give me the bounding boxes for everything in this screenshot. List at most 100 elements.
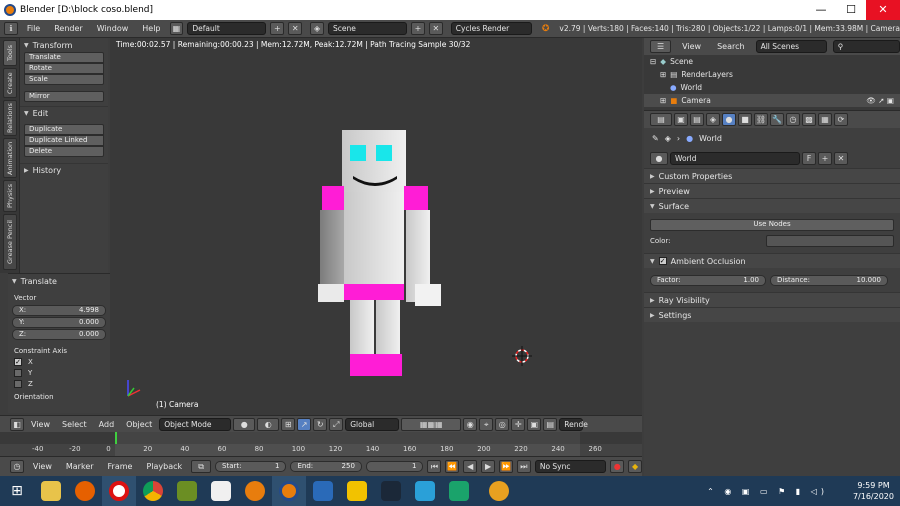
visibility-icon[interactable]: 👁 ➚ ▣: [866, 96, 894, 105]
preview-panel[interactable]: ▶ Preview: [644, 183, 900, 198]
tab-tools[interactable]: Tools: [3, 40, 17, 66]
add-layout-icon[interactable]: +: [270, 22, 285, 35]
timeline[interactable]: -40 -20 0 20 40 60 80 100 120 140 160 180 200 220 240 2…: [0, 432, 642, 456]
properties-editor-icon[interactable]: ▤: [650, 113, 672, 126]
outliner-display-select[interactable]: All Scenes: [755, 40, 827, 53]
prev-key-icon[interactable]: ⏪: [445, 460, 460, 473]
scene-icon[interactable]: ◈: [310, 22, 324, 35]
tab-animation[interactable]: Animation: [3, 138, 17, 178]
constraint-y-checkbox[interactable]: Y: [14, 369, 104, 377]
scene-select[interactable]: Scene: [327, 22, 408, 35]
timeline-menu-marker[interactable]: Marker: [61, 462, 99, 471]
minimize-button[interactable]: —: [806, 0, 836, 20]
translate-button[interactable]: Translate: [24, 52, 104, 63]
maximize-button[interactable]: ☐: [836, 0, 866, 20]
timeline-menu-view[interactable]: View: [28, 462, 57, 471]
jump-end-icon[interactable]: ⏭: [516, 460, 531, 473]
3d-viewport[interactable]: Time:00:02.57 | Remaining:00:00.23 | Mem…: [110, 38, 642, 415]
shading-icon[interactable]: ●: [233, 417, 256, 431]
custom-properties-panel[interactable]: ▶ Custom Properties: [644, 168, 900, 183]
taskbar-app-6[interactable]: [482, 476, 516, 506]
close-button[interactable]: ✕: [866, 0, 900, 20]
render-anim-icon[interactable]: ▤: [543, 417, 558, 431]
range-toggle-icon[interactable]: ⧉: [191, 460, 211, 473]
snap-target-icon[interactable]: ✛: [511, 417, 526, 431]
color-swatch[interactable]: [766, 235, 894, 247]
view3d-editor-icon[interactable]: ◧: [10, 417, 24, 431]
jump-start-icon[interactable]: ⏮: [427, 460, 442, 473]
taskbar-app-1[interactable]: [204, 476, 238, 506]
taskbar-app-3[interactable]: [306, 476, 340, 506]
taskbar-steam[interactable]: [374, 476, 408, 506]
vector-z-field[interactable]: Z: 0.000: [12, 329, 106, 340]
system-tray-icons[interactable]: ⌃ ◉ ▣ ▭ ⚑ ▮ ◁): [707, 487, 828, 496]
taskbar-app-4[interactable]: [340, 476, 374, 506]
layout-grid-icon[interactable]: ▦: [169, 22, 184, 35]
render-tab-icon[interactable]: ▣: [674, 113, 688, 126]
taskbar-chrome[interactable]: [136, 476, 170, 506]
taskbar-opera[interactable]: [102, 476, 136, 506]
taskbar-firefox[interactable]: [68, 476, 102, 506]
translate-manipulator-icon[interactable]: ↗: [297, 417, 312, 431]
current-frame-field[interactable]: 1: [365, 461, 424, 472]
settings-panel[interactable]: ▶ Settings: [644, 307, 900, 322]
orientation-select[interactable]: Global: [345, 417, 400, 431]
history-panel-header[interactable]: ▶ History: [20, 163, 108, 177]
menu-file[interactable]: File: [22, 24, 45, 33]
add-world-icon[interactable]: +: [818, 151, 832, 165]
layout-select[interactable]: Default: [187, 22, 267, 35]
outliner-search-menu[interactable]: Search: [712, 42, 749, 51]
menu-select[interactable]: Select: [57, 420, 92, 429]
start-frame-field[interactable]: Start: 1: [215, 461, 287, 472]
constraints-tab-icon[interactable]: ⛓: [754, 113, 768, 126]
outliner-editor-icon[interactable]: ☰: [650, 40, 672, 53]
world-browse-icon[interactable]: ●: [650, 151, 668, 165]
menu-help[interactable]: Help: [137, 24, 165, 33]
tab-grease-pencil[interactable]: Grease Pencil: [3, 214, 17, 270]
timeline-menu-frame[interactable]: Frame: [103, 462, 138, 471]
edit-panel-header[interactable]: ▼ Edit: [20, 106, 108, 120]
data-tab-icon[interactable]: ◷: [786, 113, 800, 126]
taskbar-camera[interactable]: [408, 476, 442, 506]
taskbar-minecraft[interactable]: [170, 476, 204, 506]
outliner-row-scene[interactable]: ⊟ ◆ Scene: [644, 55, 900, 68]
rotate-button[interactable]: Rotate: [24, 63, 104, 74]
end-frame-field[interactable]: End: 250: [290, 461, 362, 472]
duplicate-linked-button[interactable]: Duplicate Linked: [24, 135, 104, 146]
material-tab-icon[interactable]: ▩: [802, 113, 816, 126]
constraint-z-checkbox[interactable]: Z: [14, 380, 104, 388]
remove-scene-icon[interactable]: ✕: [428, 22, 443, 35]
pivot-icon[interactable]: ◐: [257, 417, 280, 431]
taskbar-explorer[interactable]: [34, 476, 68, 506]
delete-button[interactable]: Delete: [24, 146, 104, 157]
outliner-row-renderlayers[interactable]: ⊞ ▤ RenderLayers: [644, 68, 900, 81]
scene-tab-icon[interactable]: ◈: [706, 113, 720, 126]
ambient-occlusion-panel[interactable]: ▼ ✓ Ambient Occlusion: [644, 253, 900, 268]
outliner-row-camera[interactable]: ⊞ ■ Camera 👁 ➚ ▣: [644, 94, 900, 107]
3d-cursor-icon[interactable]: [512, 346, 532, 366]
menu-view[interactable]: View: [26, 420, 55, 429]
taskbar-app-2[interactable]: [238, 476, 272, 506]
add-scene-icon[interactable]: +: [411, 22, 425, 35]
render-engine-select[interactable]: Cycles Render: [450, 22, 532, 35]
taskbar-blender[interactable]: [272, 476, 306, 506]
object-tab-icon[interactable]: ■: [738, 113, 752, 126]
menu-render[interactable]: Render: [49, 24, 87, 33]
render-still-icon[interactable]: ▣: [527, 417, 542, 431]
scale-manipulator-icon[interactable]: ⤢: [329, 417, 344, 431]
fake-user-button[interactable]: F: [802, 151, 816, 165]
taskbar-app-5[interactable]: [442, 476, 476, 506]
menu-add[interactable]: Add: [94, 420, 120, 429]
ao-enable-checkbox[interactable]: ✓: [658, 257, 667, 265]
manipulator-icon[interactable]: ⊞: [281, 417, 296, 431]
layers-grid-icon[interactable]: ▦▦▦: [401, 417, 462, 431]
unlink-world-icon[interactable]: ✕: [834, 151, 848, 165]
mode-select[interactable]: Object Mode: [159, 417, 232, 431]
ray-visibility-panel[interactable]: ▶ Ray Visibility: [644, 292, 900, 307]
menu-object[interactable]: Object: [121, 420, 157, 429]
physics-tab-icon[interactable]: ⟳: [834, 113, 848, 126]
constraint-x-checkbox[interactable]: ✓ X: [14, 358, 104, 366]
snap-icon[interactable]: ⌖: [479, 417, 494, 431]
keying-set-icon[interactable]: ◆: [628, 460, 643, 473]
play-reverse-icon[interactable]: ◀: [463, 460, 478, 473]
